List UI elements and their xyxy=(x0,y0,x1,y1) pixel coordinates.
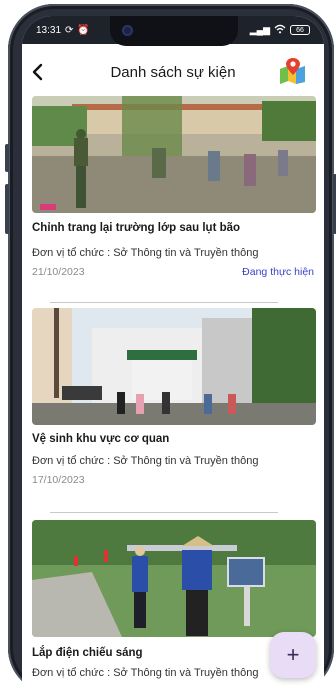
organizer-name: Sở Thông tin và Truyền thông xyxy=(113,455,259,467)
status-badge: Đang thực hiện xyxy=(242,266,314,278)
volume-button xyxy=(5,144,9,172)
divider xyxy=(50,512,278,513)
status-time: 13:31 xyxy=(36,24,62,36)
camera-icon xyxy=(122,25,133,36)
add-event-button[interactable]: + xyxy=(270,632,316,678)
volume-button xyxy=(5,184,9,234)
event-date: 21/10/2023 xyxy=(32,266,85,278)
organizer-name: Sở Thông tin và Truyền thông xyxy=(113,667,259,679)
wifi-icon xyxy=(274,24,286,37)
camera-notch xyxy=(110,16,238,46)
event-photo xyxy=(32,520,316,637)
event-photo xyxy=(32,96,316,213)
app-bar: Danh sách sự kiện xyxy=(22,50,324,94)
divider xyxy=(50,302,278,303)
app-screen: 13:31 ⟳ ⏰ ▂▄▆ 66 Danh sách sự kiện Chỉnh… xyxy=(22,16,324,686)
event-title: Vệ sinh khu vực cơ quan xyxy=(32,433,170,445)
organizer-label: Đơn vị tổ chức : xyxy=(32,667,114,679)
event-photo xyxy=(32,308,316,425)
map-pin-icon[interactable] xyxy=(278,55,308,85)
battery-icon: 66 xyxy=(290,25,310,35)
event-organizer: Đơn vị tổ chức : Sở Thông tin và Truyền … xyxy=(32,455,258,467)
plus-icon: + xyxy=(286,642,300,667)
event-date: 17/10/2023 xyxy=(32,474,85,486)
sync-icon: ⟳ xyxy=(65,24,74,36)
signal-icon: ▂▄▆ xyxy=(249,24,270,35)
organizer-label: Đơn vị tổ chức : xyxy=(32,455,114,467)
organizer-name: Sở Thông tin và Truyền thông xyxy=(113,247,259,259)
alarm-icon: ⏰ xyxy=(77,24,90,36)
event-organizer: Đơn vị tổ chức : Sở Thông tin và Truyền … xyxy=(32,667,258,679)
event-title: Lắp điện chiếu sáng xyxy=(32,647,143,659)
event-title: Chỉnh trang lại trường lớp sau lụt bão xyxy=(32,222,241,234)
event-organizer: Đơn vị tổ chức : Sở Thông tin và Truyền … xyxy=(32,247,258,259)
organizer-label: Đơn vị tổ chức : xyxy=(32,247,114,259)
